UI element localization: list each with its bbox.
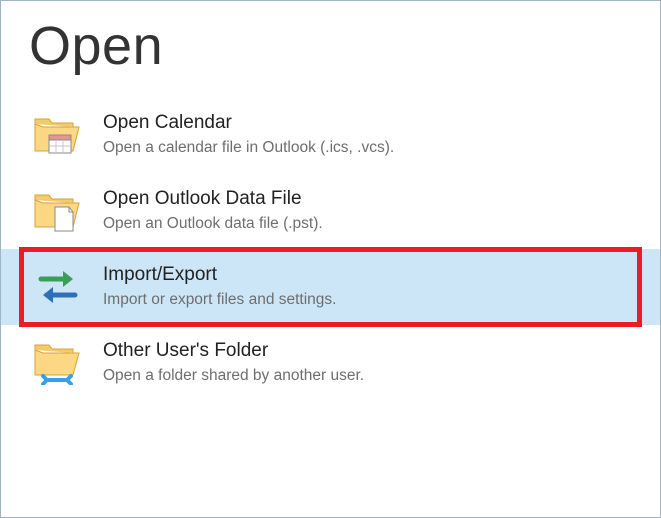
open-menu-list: Open Calendar Open a calendar file in Ou… xyxy=(1,87,660,401)
item-text: Other User's Folder Open a folder shared… xyxy=(103,339,640,387)
import-export-item[interactable]: Import/Export Import or export files and… xyxy=(1,249,660,325)
item-text: Open Calendar Open a calendar file in Ou… xyxy=(103,111,640,159)
item-title: Open Calendar xyxy=(103,111,640,136)
item-desc: Open an Outlook data file (.pst). xyxy=(103,214,640,235)
import-export-icon xyxy=(31,263,85,311)
item-text: Open Outlook Data File Open an Outlook d… xyxy=(103,187,640,235)
item-text: Import/Export Import or export files and… xyxy=(103,263,640,311)
item-title: Other User's Folder xyxy=(103,339,640,364)
page-header: Open xyxy=(1,1,660,87)
item-title: Import/Export xyxy=(103,263,640,288)
folder-calendar-icon xyxy=(31,111,85,159)
item-desc: Open a calendar file in Outlook (.ics, .… xyxy=(103,138,640,159)
other-users-folder-item[interactable]: Other User's Folder Open a folder shared… xyxy=(1,325,660,401)
item-title: Open Outlook Data File xyxy=(103,187,640,212)
folder-share-icon xyxy=(31,339,85,387)
open-data-file-item[interactable]: Open Outlook Data File Open an Outlook d… xyxy=(1,173,660,249)
item-desc: Import or export files and settings. xyxy=(103,290,640,311)
open-calendar-item[interactable]: Open Calendar Open a calendar file in Ou… xyxy=(1,97,660,173)
item-desc: Open a folder shared by another user. xyxy=(103,366,640,387)
folder-file-icon xyxy=(31,187,85,235)
page-title: Open xyxy=(29,15,632,77)
